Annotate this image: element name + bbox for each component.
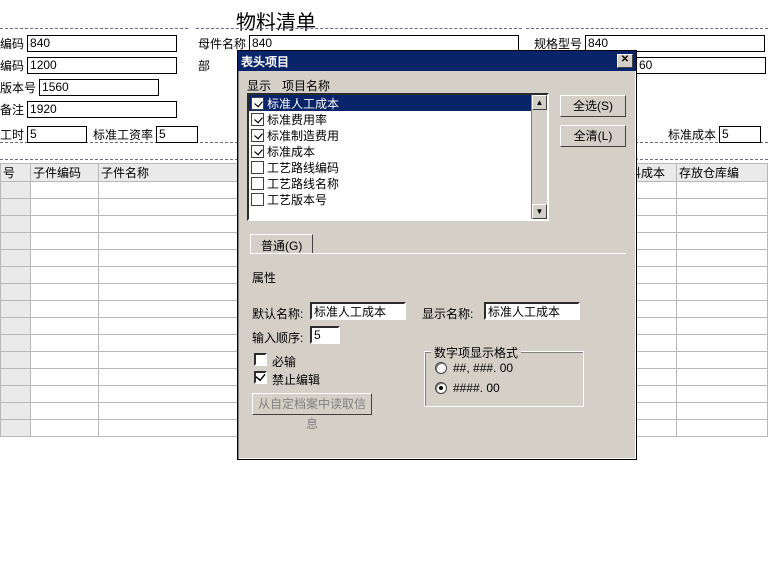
list-item[interactable]: 工艺路线编码: [249, 159, 547, 175]
dialog-titlebar[interactable]: 表头项目 ✕: [238, 51, 636, 71]
readonly-checkbox[interactable]: [254, 371, 267, 384]
std-rate-input[interactable]: [156, 126, 198, 143]
tab-general[interactable]: 普通(G): [250, 234, 313, 254]
show-checkbox[interactable]: [251, 113, 264, 126]
scroll-down-icon[interactable]: ▼: [532, 204, 547, 219]
remark-input[interactable]: [27, 101, 177, 118]
list-item-label: 标准成本: [267, 143, 315, 160]
divider: [0, 28, 188, 29]
code-input[interactable]: [27, 35, 177, 52]
divider: [526, 28, 768, 29]
list-item[interactable]: 工艺路线名称: [249, 175, 547, 191]
col-child-code[interactable]: 子件编码: [31, 164, 99, 182]
header-items-dialog: 表头项目 ✕ 显示 项目名称 标准人工成本标准费用率标准制造费用标准成本工艺路线…: [237, 50, 637, 460]
readonly-label: 禁止编辑: [272, 371, 320, 388]
show-checkbox[interactable]: [251, 97, 264, 110]
default-name-input[interactable]: [310, 302, 406, 320]
parent-name-label: 母件名称: [198, 35, 246, 52]
spec-input[interactable]: [585, 35, 765, 52]
list-item-label: 工艺路线编码: [267, 159, 339, 176]
required-label: 必输: [272, 353, 296, 370]
order-label: 输入顺序:: [252, 329, 303, 346]
std-cost-label: 标准成本: [668, 126, 716, 143]
list-item-label: 工艺路线名称: [267, 175, 339, 192]
dept-code-input[interactable]: [27, 57, 177, 74]
list-col-show: 显示: [247, 77, 282, 94]
std-rate-label: 标准工资率: [93, 126, 153, 143]
scrollbar-vertical[interactable]: ▲ ▼: [531, 95, 547, 219]
list-header: 显示 项目名称: [247, 77, 330, 94]
close-icon[interactable]: ✕: [617, 54, 633, 68]
list-item-label: 标准人工成本: [267, 95, 339, 112]
read-archive-button[interactable]: 从自定档案中读取信息: [252, 393, 372, 415]
divider: [196, 28, 522, 29]
partial-label: 部: [198, 57, 210, 74]
format1-label: ##, ###. 00: [453, 361, 513, 375]
show-checkbox[interactable]: [251, 177, 264, 190]
items-listbox[interactable]: 标准人工成本标准费用率标准制造费用标准成本工艺路线编码工艺路线名称工艺版本号 ▲…: [247, 93, 549, 221]
dept-code-label: 编码: [0, 57, 24, 74]
list-item[interactable]: 标准成本: [249, 143, 547, 159]
parent-name-input[interactable]: [249, 35, 519, 52]
format2-radio[interactable]: [435, 382, 447, 394]
show-checkbox[interactable]: [251, 145, 264, 158]
col-index[interactable]: 号: [1, 164, 31, 182]
list-item-label: 工艺版本号: [267, 191, 327, 208]
number-format-label: 数字项显示格式: [431, 344, 521, 361]
tab-underline: [250, 253, 626, 254]
display-name-label: 显示名称:: [422, 305, 473, 322]
dept2-input[interactable]: [636, 57, 766, 74]
list-item[interactable]: 标准制造费用: [249, 127, 547, 143]
default-name-label: 默认名称:: [252, 305, 303, 322]
number-format-fieldset: 数字项显示格式 ##, ###. 00 ####. 00: [424, 351, 584, 407]
version-input[interactable]: [39, 79, 159, 96]
spec-label: 规格型号: [534, 35, 582, 52]
hours-label: 工时: [0, 126, 24, 143]
code-label: 编码: [0, 35, 24, 52]
page-title: 物料清单: [236, 6, 316, 35]
required-checkbox[interactable]: [254, 353, 267, 366]
order-input[interactable]: [310, 326, 340, 344]
select-all-button[interactable]: 全选(S): [560, 95, 626, 117]
col-warehouse[interactable]: 存放仓库编: [677, 164, 768, 182]
hours-input[interactable]: [27, 126, 87, 143]
attr-group-label: 属性: [252, 269, 276, 286]
list-item[interactable]: 标准人工成本: [249, 95, 547, 111]
display-name-input[interactable]: [484, 302, 580, 320]
format2-label: ####. 00: [453, 381, 500, 395]
list-item[interactable]: 工艺版本号: [249, 191, 547, 207]
list-col-name: 项目名称: [282, 77, 330, 94]
list-item[interactable]: 标准费用率: [249, 111, 547, 127]
version-label: 版本号: [0, 79, 36, 96]
show-checkbox[interactable]: [251, 129, 264, 142]
list-item-label: 标准制造费用: [267, 127, 339, 144]
std-cost-input[interactable]: [719, 126, 761, 143]
scroll-up-icon[interactable]: ▲: [532, 95, 547, 110]
format1-radio[interactable]: [435, 362, 447, 374]
show-checkbox[interactable]: [251, 161, 264, 174]
dialog-title: 表头项目: [241, 53, 289, 70]
show-checkbox[interactable]: [251, 193, 264, 206]
list-item-label: 标准费用率: [267, 111, 327, 128]
remark-label: 备注: [0, 101, 24, 118]
clear-all-button[interactable]: 全清(L): [560, 125, 626, 147]
